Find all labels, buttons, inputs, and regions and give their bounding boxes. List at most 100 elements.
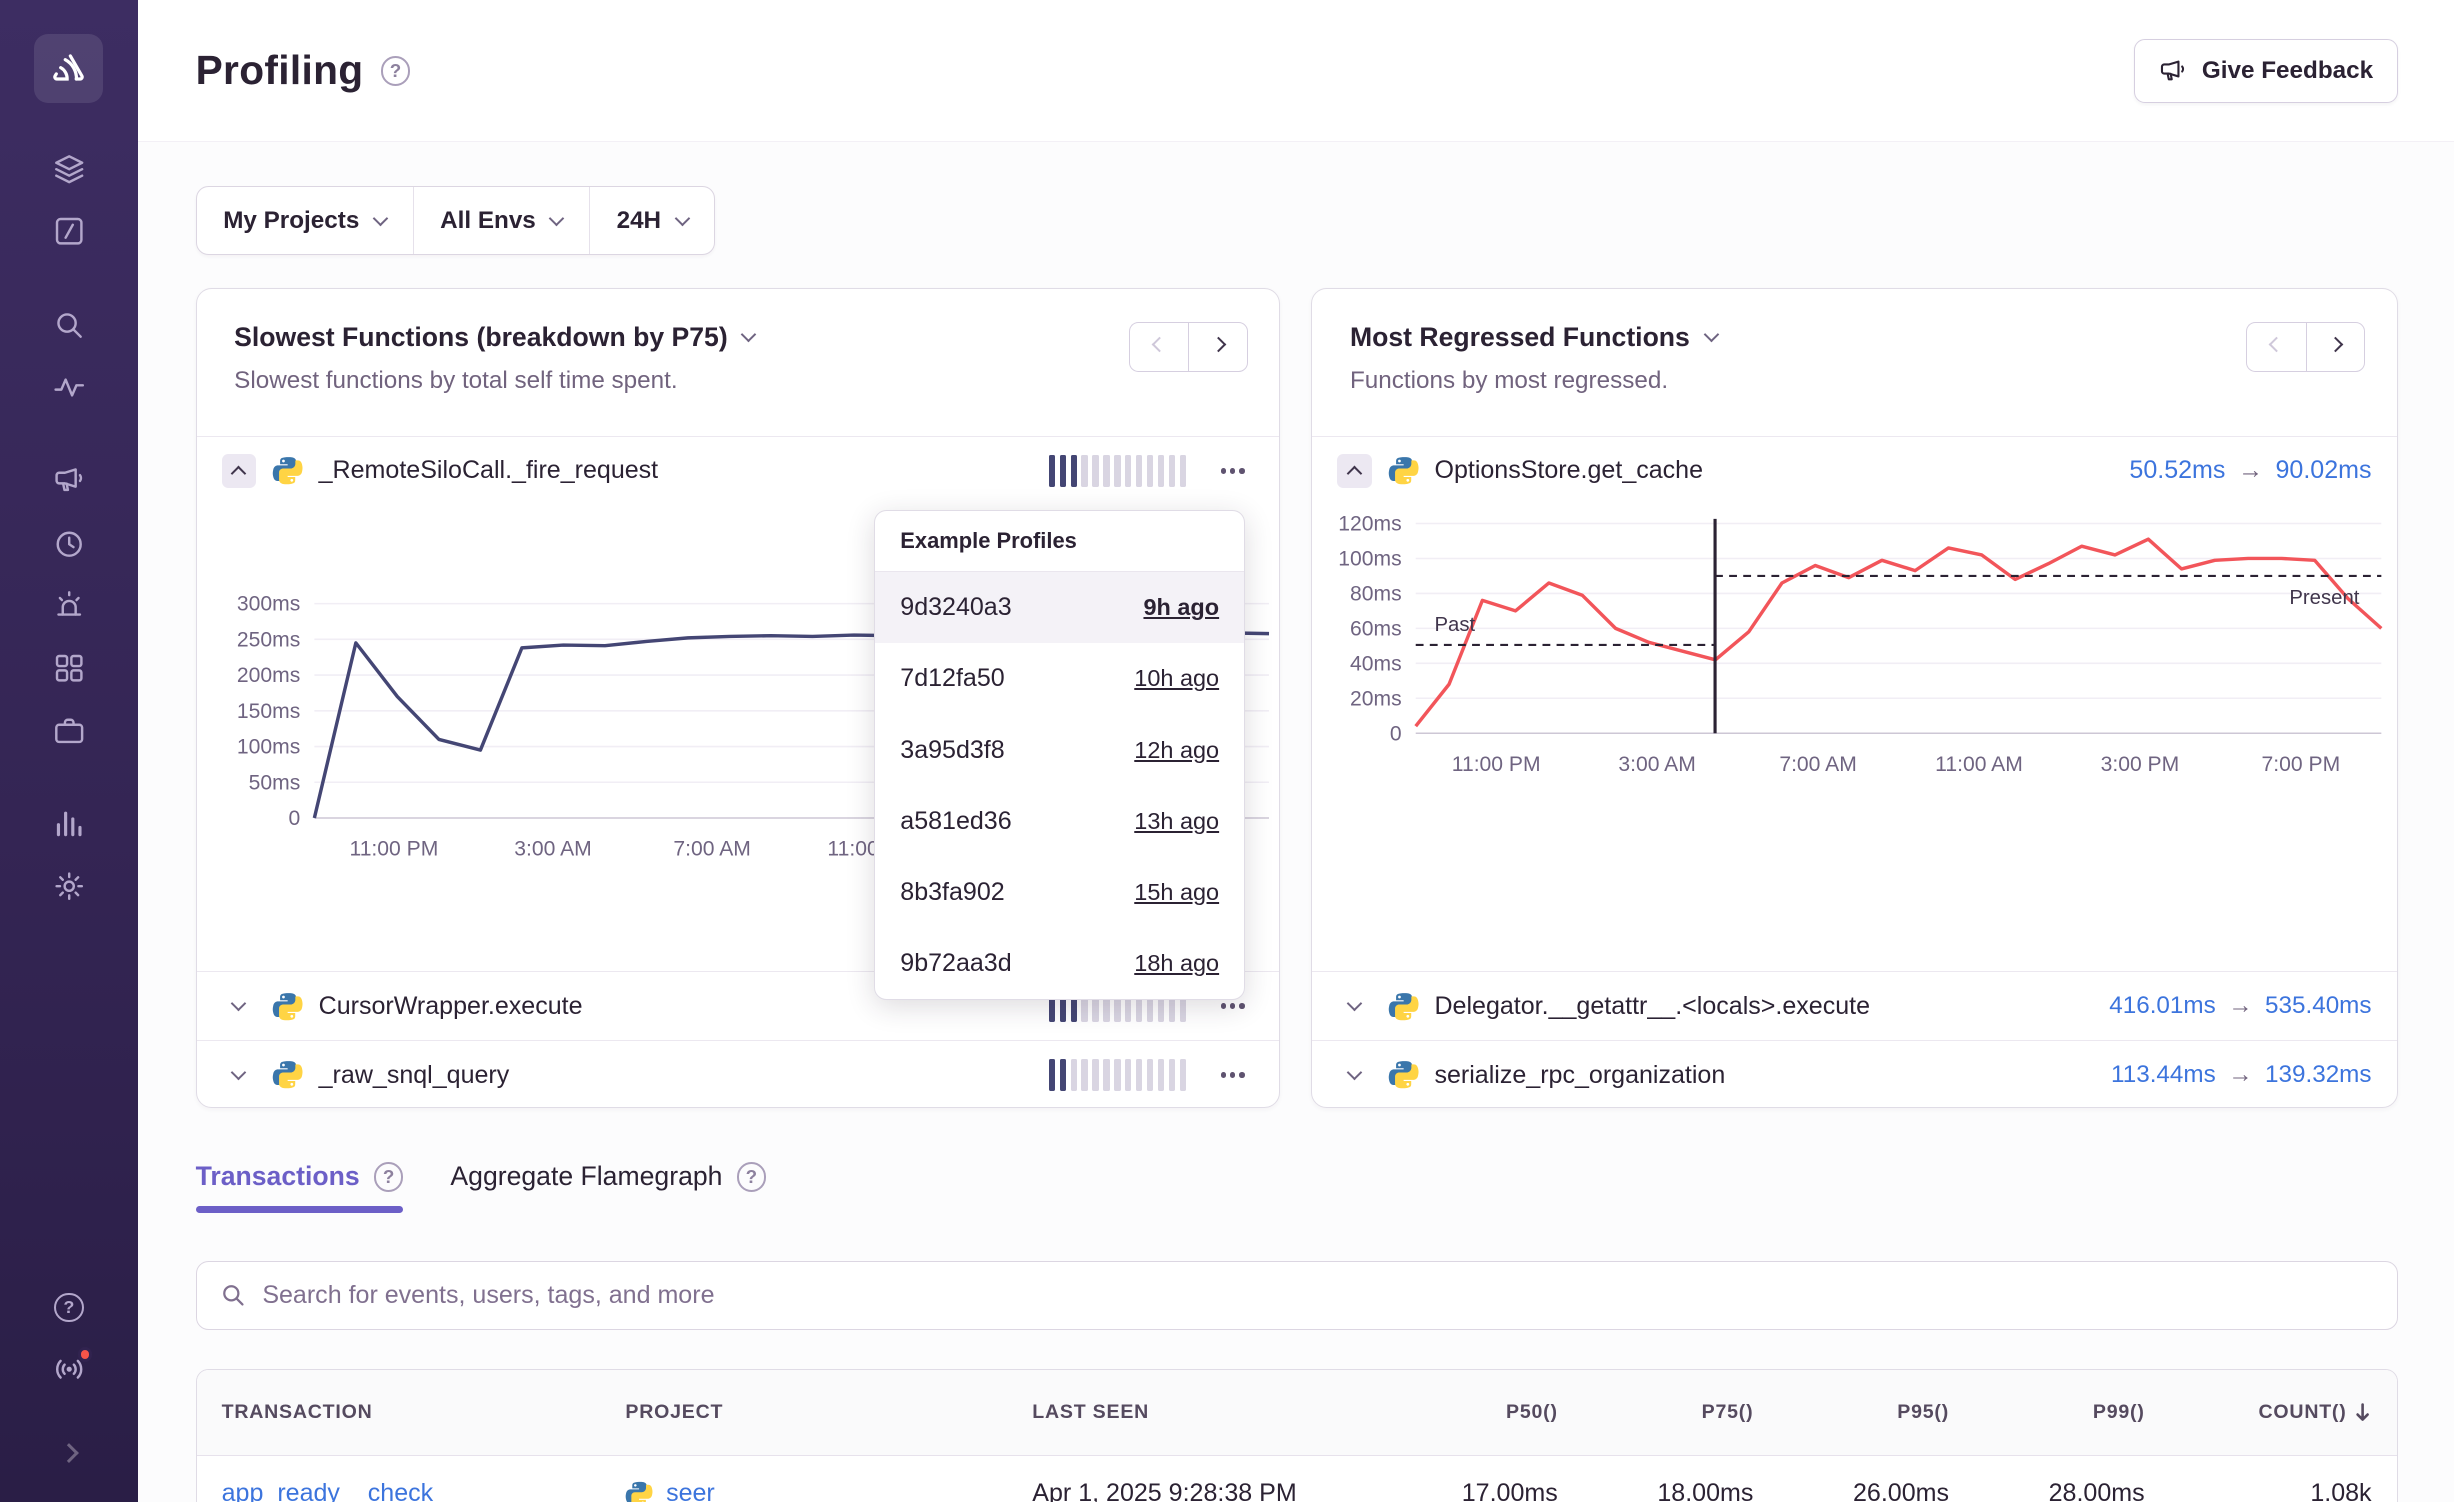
python-icon — [272, 1059, 303, 1090]
row-menu-button[interactable] — [1211, 1063, 1254, 1087]
expand-row-button[interactable] — [222, 989, 256, 1023]
collapse-row-button[interactable] — [222, 454, 256, 488]
profile-item[interactable]: 9b72aa3d 18h ago — [875, 928, 1244, 999]
col-p75[interactable]: P75() — [1583, 1401, 1779, 1424]
tab-aggregate-flamegraph[interactable]: Aggregate Flamegraph ? — [450, 1161, 766, 1212]
profile-age-link[interactable]: 10h ago — [1134, 665, 1219, 692]
performance-icon — [52, 371, 86, 405]
profile-age-link[interactable]: 9h ago — [1143, 594, 1219, 621]
sidebar-item-dashboards[interactable] — [0, 651, 138, 685]
expand-row-button[interactable] — [1337, 989, 1371, 1023]
function-name[interactable]: _raw_snql_query — [319, 1061, 510, 1090]
tab-help-icon[interactable]: ? — [374, 1162, 404, 1192]
profile-item[interactable]: 9d3240a3 9h ago — [875, 572, 1244, 643]
tab-transactions[interactable]: Transactions ? — [196, 1161, 404, 1212]
function-row-expanded[interactable]: OptionsStore.get_cache 50.52ms → 90.02ms — [1312, 436, 2396, 505]
time-range-dropdown[interactable]: 24H — [590, 187, 714, 254]
profile-age-link[interactable]: 15h ago — [1134, 879, 1219, 906]
function-name[interactable]: serialize_rpc_organization — [1434, 1061, 1725, 1090]
svg-text:7:00 AM: 7:00 AM — [673, 837, 750, 860]
sidebar-item-discover[interactable] — [0, 308, 138, 342]
function-name[interactable]: CursorWrapper.execute — [319, 992, 583, 1021]
col-p99[interactable]: P99() — [1974, 1401, 2170, 1424]
sidebar-item-alerts[interactable] — [0, 588, 138, 622]
sidebar-item-stats[interactable] — [0, 806, 138, 840]
duration-after-link[interactable]: 139.32ms — [2265, 1061, 2372, 1089]
sidebar-item-replays[interactable] — [0, 527, 138, 561]
duration-after-link[interactable]: 535.40ms — [2265, 992, 2372, 1020]
sidebar-item-explore[interactable] — [0, 214, 138, 248]
duration-after-link[interactable]: 90.02ms — [2276, 456, 2372, 485]
python-icon — [1388, 455, 1419, 486]
sidebar-item-issues[interactable] — [0, 152, 138, 186]
main-area: Profiling ? Give Feedback My Projects Al… — [138, 0, 2454, 1502]
function-name[interactable]: OptionsStore.get_cache — [1434, 456, 1703, 485]
sidebar-item-help[interactable]: ? — [0, 1293, 138, 1323]
most-regressed-title[interactable]: Most Regressed Functions — [1350, 322, 1716, 353]
duration-before-link[interactable]: 50.52ms — [2129, 456, 2225, 485]
expand-row-button[interactable] — [222, 1058, 256, 1092]
transactions-table: TRANSACTION PROJECT LAST SEEN P50() P75(… — [196, 1369, 2398, 1502]
arrow-right-icon: → — [2228, 992, 2252, 1020]
function-row-collapsed[interactable]: serialize_rpc_organization 113.44ms → 13… — [1312, 1040, 2396, 1108]
row-menu-button[interactable] — [1211, 459, 1254, 483]
sidebar-item-user-feedback[interactable] — [0, 463, 138, 497]
duration-before-link[interactable]: 416.01ms — [2109, 992, 2216, 1020]
give-feedback-button[interactable]: Give Feedback — [2134, 39, 2398, 103]
profile-age-link[interactable]: 13h ago — [1134, 808, 1219, 835]
sidebar-item-whats-new[interactable] — [0, 1352, 138, 1386]
profile-age-link[interactable]: 12h ago — [1134, 737, 1219, 764]
spacer — [1312, 785, 2396, 971]
slowest-functions-title[interactable]: Slowest Functions (breakdown by P75) — [234, 322, 754, 353]
prev-page-button[interactable] — [2246, 322, 2305, 372]
project-filter-dropdown[interactable]: My Projects — [197, 187, 414, 254]
transaction-link[interactable]: app_ready__check — [222, 1479, 434, 1502]
sidebar-collapse-button[interactable] — [0, 1451, 138, 1460]
function-row-collapsed[interactable]: _raw_snql_query — [197, 1040, 1280, 1108]
chevron-up-icon — [1347, 466, 1362, 481]
svg-text:20ms: 20ms — [1350, 687, 1402, 710]
next-page-button[interactable] — [1188, 322, 1247, 372]
profile-item[interactable]: a581ed36 13h ago — [875, 786, 1244, 857]
chevron-down-icon — [741, 327, 756, 342]
col-count[interactable]: COUNT() — [2170, 1401, 2397, 1424]
next-page-button[interactable] — [2306, 322, 2365, 372]
svg-text:3:00 AM: 3:00 AM — [1618, 753, 1695, 776]
profile-item[interactable]: 8b3fa902 15h ago — [875, 857, 1244, 928]
function-row-collapsed[interactable]: Delegator.__getattr__.<locals>.execute 4… — [1312, 971, 2396, 1040]
collapse-row-button[interactable] — [1337, 454, 1371, 488]
expand-row-button[interactable] — [1337, 1058, 1371, 1092]
svg-text:300ms: 300ms — [237, 593, 300, 616]
function-name[interactable]: _RemoteSiloCall._fire_request — [319, 456, 659, 485]
search-bar[interactable] — [196, 1261, 2398, 1330]
duration-before-link[interactable]: 113.44ms — [2111, 1061, 2216, 1089]
col-transaction[interactable]: TRANSACTION — [197, 1401, 601, 1424]
popup-title: Example Profiles — [875, 511, 1244, 572]
function-name[interactable]: Delegator.__getattr__.<locals>.execute — [1434, 992, 1870, 1021]
project-link[interactable]: seer — [666, 1479, 715, 1502]
col-last-seen[interactable]: LAST SEEN — [1007, 1401, 1387, 1424]
function-row-expanded[interactable]: _RemoteSiloCall._fire_request — [197, 436, 1280, 505]
tab-help-icon[interactable]: ? — [737, 1162, 767, 1192]
col-p95[interactable]: P95() — [1778, 1401, 1974, 1424]
chevron-left-icon — [2269, 337, 2284, 352]
profile-item[interactable]: 3a95d3f8 12h ago — [875, 714, 1244, 785]
sentry-logo[interactable] — [34, 34, 103, 103]
sidebar-item-performance[interactable] — [0, 371, 138, 405]
sidebar-item-projects[interactable] — [0, 714, 138, 748]
sidebar-item-settings[interactable] — [0, 869, 138, 903]
svg-text:7:00 PM: 7:00 PM — [2262, 753, 2341, 776]
page-help-icon[interactable]: ? — [381, 56, 411, 86]
help-icon: ? — [54, 1293, 84, 1323]
prev-page-button[interactable] — [1129, 322, 1188, 372]
table-row[interactable]: app_ready__check seer Apr 1, 2025 9:28:3… — [197, 1456, 2397, 1502]
col-project[interactable]: PROJECT — [600, 1401, 1007, 1424]
profile-item[interactable]: 7d12fa50 10h ago — [875, 643, 1244, 714]
profile-age-link[interactable]: 18h ago — [1134, 950, 1219, 977]
environment-filter-dropdown[interactable]: All Envs — [414, 187, 590, 254]
sidebar: ? — [0, 0, 138, 1502]
col-p50[interactable]: P50() — [1387, 1401, 1583, 1424]
gear-icon — [52, 869, 86, 903]
search-input[interactable] — [262, 1281, 2374, 1310]
function-sparkline — [1049, 455, 1187, 486]
